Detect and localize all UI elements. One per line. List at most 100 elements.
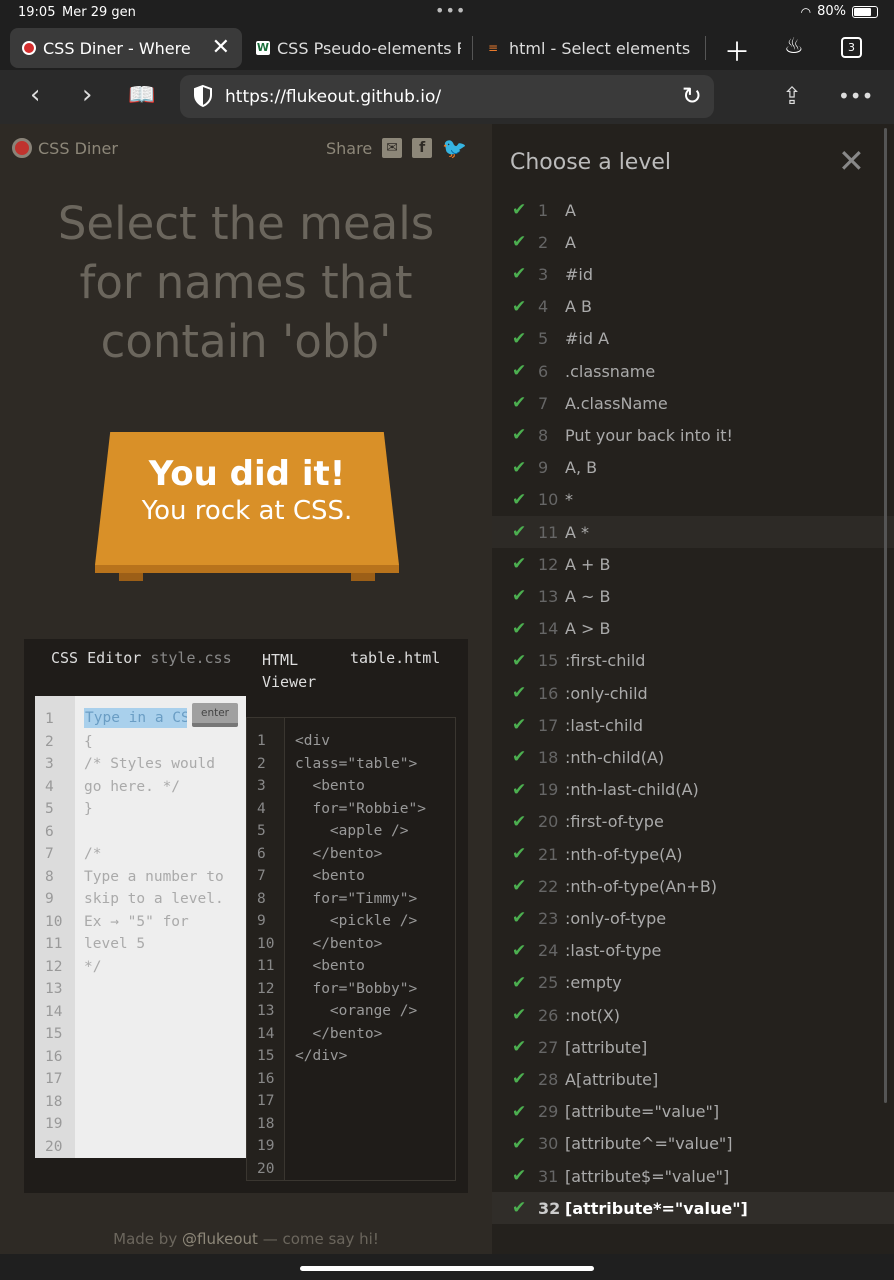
level-item[interactable]: ✔ 14 A > B <box>492 613 894 645</box>
level-item[interactable]: ✔ 25:empty <box>492 967 894 999</box>
reload-icon[interactable]: ↻ <box>682 82 702 110</box>
tab-css-diner[interactable]: CSS Diner - Where we feed on CSS ✕ <box>10 28 242 68</box>
level-name: :not(X) <box>565 1005 621 1025</box>
email-icon[interactable]: ✉ <box>382 138 403 158</box>
check-icon: ✔ <box>512 393 527 414</box>
level-item[interactable]: ✔ 27 [attribute] <box>492 1031 894 1063</box>
level-item[interactable]: ✔ 30 [attribute^="value"] <box>492 1128 894 1160</box>
css-selector-input[interactable]: Type in a CSS selector <box>84 708 187 728</box>
level-item[interactable]: ✔ 18:nth-child(A) <box>492 741 894 773</box>
level-item[interactable]: ✔ 23:only-of-type <box>492 902 894 934</box>
back-icon[interactable]: ‹ <box>30 80 40 110</box>
address-bar[interactable]: https://flukeout.github.io/ ↻ <box>180 75 714 118</box>
level-scrollbar[interactable] <box>884 128 887 1103</box>
level-number: 4 <box>538 297 549 317</box>
tab-count-button[interactable]: 3 <box>841 37 862 58</box>
level-name: * <box>565 490 573 510</box>
enter-button[interactable]: enter <box>192 703 238 727</box>
more-menu-icon[interactable]: ••• <box>838 84 873 108</box>
level-item[interactable]: ✔ 21:nth-of-type(A) <box>492 838 894 870</box>
tab-css-pseudo-elements[interactable]: W CSS Pseudo-elements Reference <box>256 28 461 68</box>
level-item[interactable]: ✔ 17:last-child <box>492 709 894 741</box>
check-icon: ✔ <box>512 618 527 639</box>
home-indicator[interactable] <box>300 1266 594 1271</box>
css-diner-favicon-icon <box>22 41 36 55</box>
level-item[interactable]: ✔ 4 A B <box>492 291 894 323</box>
level-number: 7 <box>538 393 549 413</box>
level-item[interactable]: ✔ 11 A * <box>492 516 894 548</box>
bookmarks-book-icon[interactable]: 📖 <box>128 83 155 108</box>
close-level-menu-icon[interactable]: ✕ <box>838 142 865 180</box>
check-icon: ✔ <box>512 232 527 253</box>
check-icon: ✔ <box>512 844 527 864</box>
level-item[interactable]: ✔ 6 .classname <box>492 355 894 387</box>
level-item[interactable]: ✔ 31 [attribute$="value"] <box>492 1160 894 1192</box>
forward-icon[interactable]: › <box>82 80 92 110</box>
tab-label: CSS Diner - Where we feed on CSS <box>43 38 193 58</box>
level-item[interactable]: ✔ 8 Put your back into it! <box>492 419 894 451</box>
new-tab-plus-icon[interactable]: ＋ <box>724 32 750 69</box>
close-tab-icon[interactable]: ✕ <box>212 35 230 60</box>
home-indicator-area <box>0 1254 894 1280</box>
level-item[interactable]: ✔ 5 #id A <box>492 323 894 355</box>
check-icon: ✔ <box>512 908 527 929</box>
multitask-dots-icon[interactable]: ••• <box>435 1 466 20</box>
facebook-icon[interactable]: f <box>412 138 433 158</box>
level-item[interactable]: ✔ 2 A <box>492 226 894 258</box>
level-item[interactable]: ✔ 12 A + B <box>492 548 894 580</box>
css-editor-title: CSS Editor <box>51 649 142 667</box>
level-item[interactable]: ✔ 7 A.className <box>492 387 894 419</box>
win-subtitle: You rock at CSS. <box>141 496 353 526</box>
css-file-name: style.css <box>150 649 232 667</box>
footer: Made by @flukeout — come say hi! <box>0 1230 492 1248</box>
tab-bar: CSS Diner - Where we feed on CSS ✕ W CSS… <box>0 26 894 70</box>
check-icon: ✔ <box>512 200 527 220</box>
check-icon: ✔ <box>512 1198 527 1219</box>
win-title: You did it! <box>148 454 346 494</box>
level-instruction: Select the meals for names that contain … <box>57 197 435 368</box>
level-item[interactable]: ✔ 20:first-of-type <box>492 806 894 838</box>
level-item[interactable]: ✔ 22:nth-of-type(An+B) <box>492 870 894 902</box>
level-number: 24 <box>538 941 559 961</box>
level-item[interactable]: ✔ 26:not(X) <box>492 999 894 1031</box>
level-number: 1 <box>538 200 549 220</box>
level-number: 10 <box>538 490 559 510</box>
check-icon: ✔ <box>512 715 527 736</box>
share-icon[interactable]: ⇪ <box>782 82 802 110</box>
author-link[interactable]: @flukeout <box>182 1230 258 1248</box>
level-item[interactable]: ✔ 9 A, B <box>492 452 894 484</box>
twitter-icon[interactable]: 🐦 <box>442 138 467 158</box>
level-item[interactable]: ✔ 28 A[attribute] <box>492 1063 894 1095</box>
level-item[interactable]: ✔ 15:first-child <box>492 645 894 677</box>
level-name: [attribute] <box>565 1037 648 1057</box>
css-editor-pane: 1 2 3 4 5 6 7 8 9 10 11 12 13 14 15 16 1… <box>35 696 246 1158</box>
level-item[interactable]: ✔ 32 [attribute*="value"] <box>492 1192 894 1225</box>
level-item[interactable]: ✔ 13 A ~ B <box>492 580 894 612</box>
logo-plate-icon <box>12 138 32 158</box>
level-name: [attribute$="value"] <box>565 1166 730 1186</box>
table-edge <box>95 565 399 573</box>
level-item[interactable]: ✔ 10 * <box>492 484 894 516</box>
level-item[interactable]: ✔ 16:only-child <box>492 677 894 709</box>
level-item[interactable]: ✔ 24:last-of-type <box>492 935 894 967</box>
url-text: https://flukeout.github.io/ <box>225 87 442 107</box>
check-icon: ✔ <box>512 650 527 671</box>
tab-stackoverflow[interactable]: ≡ html - Select elements by attribute <box>488 28 693 68</box>
flame-icon[interactable]: ♨ <box>784 34 804 59</box>
level-item[interactable]: ✔ 29 [attribute="value"] <box>492 1096 894 1128</box>
level-item[interactable]: ✔ 1 A <box>492 194 894 226</box>
css-diner-logo[interactable]: CSS Diner <box>12 138 118 158</box>
level-name: A[attribute] <box>565 1069 659 1089</box>
check-icon: ✔ <box>512 586 527 607</box>
level-number: 27 <box>538 1037 559 1057</box>
level-name: [attribute*="value"] <box>565 1198 748 1218</box>
footer-suffix: — come say hi! <box>262 1230 379 1248</box>
table-leg <box>119 573 143 581</box>
level-number: 3 <box>538 264 549 284</box>
w3-favicon-icon: W <box>256 41 270 55</box>
level-name: A <box>565 232 576 252</box>
level-number: 28 <box>538 1069 559 1089</box>
level-name: [attribute^="value"] <box>565 1134 733 1154</box>
level-item[interactable]: ✔ 19:nth-last-child(A) <box>492 774 894 806</box>
level-item[interactable]: ✔ 3 #id <box>492 258 894 290</box>
